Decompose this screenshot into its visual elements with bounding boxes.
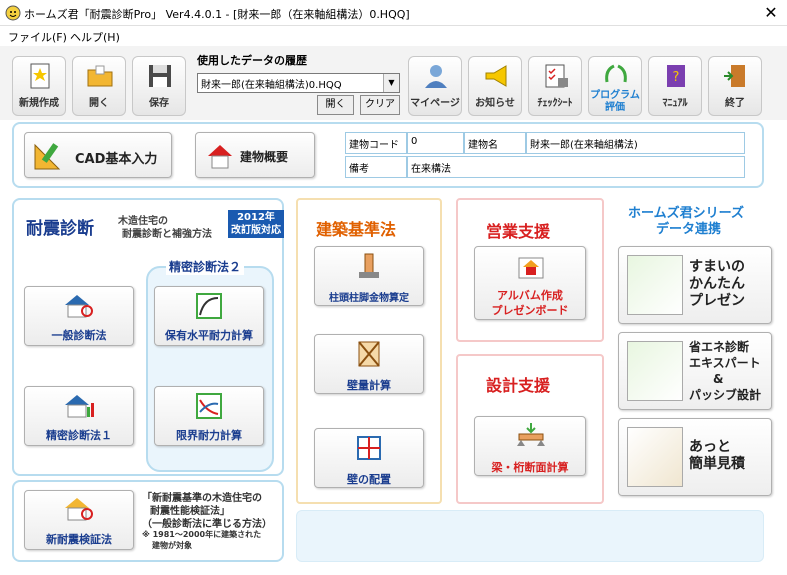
- checklist-icon: [545, 64, 568, 88]
- history-label: 使用したデータの履歴: [197, 54, 307, 67]
- column-icon: [359, 253, 379, 278]
- history-clear-button[interactable]: クリア: [360, 95, 400, 115]
- book-icon: ?: [667, 65, 685, 87]
- new-seismic-line4: ※ 1981～2000年に建築された: [142, 530, 262, 539]
- building-name-field[interactable]: 財来一郎(在来軸組構法): [526, 132, 745, 154]
- folder-icon: [87, 65, 113, 87]
- note-field[interactable]: 在来構法: [407, 156, 745, 178]
- manual-button[interactable]: ? ﾏﾆｭｱﾙ: [648, 56, 702, 116]
- house-check-icon: [65, 498, 93, 521]
- open-button[interactable]: 開く: [72, 56, 126, 116]
- photo-house-icon: [518, 257, 544, 279]
- precision1-button[interactable]: 精密診断法１: [24, 386, 134, 446]
- revision-badge: 2012年 改訂版対応: [228, 210, 284, 238]
- column-hardware-button[interactable]: 柱頭柱脚金物算定: [314, 246, 424, 306]
- history-value: 財来一郎(在来軸組構法)0.HQQ: [201, 80, 342, 91]
- series-title-2: データ連携: [656, 222, 722, 237]
- limit-strength-button[interactable]: 限界耐力計算: [154, 386, 264, 446]
- house-chart-icon: [65, 395, 94, 418]
- app-icon: [5, 5, 21, 21]
- graph-icon: [196, 393, 222, 419]
- program-eval-button[interactable]: プログラム 評価: [588, 56, 642, 116]
- mypage-button[interactable]: マイページ: [408, 56, 462, 116]
- menu-help[interactable]: ヘルプ(H): [70, 29, 120, 45]
- album-button[interactable]: アルバム作成 プレゼンボード: [474, 246, 586, 320]
- house-search-icon: [65, 295, 93, 318]
- sumai-presen-button[interactable]: すまいの かんたん プレゼン: [618, 246, 772, 324]
- history-select[interactable]: 財来一郎(在来軸組構法)0.HQQ ▼: [197, 73, 400, 93]
- house-icon: [208, 145, 232, 169]
- floppy-disk-icon: [149, 65, 171, 87]
- toolbar: 新規作成 開く 保存 使用したデータの履歴 財来一郎(在来軸組構法)0.HQQ …: [0, 46, 787, 120]
- building-name-label: 建物名: [464, 132, 526, 154]
- seismic-title: 耐震診断: [26, 219, 94, 239]
- new-seismic-button[interactable]: 新耐震検証法: [24, 490, 134, 550]
- wall-layout-button[interactable]: 壁の配置: [314, 428, 424, 488]
- close-icon[interactable]: ✕: [758, 2, 784, 24]
- precision2-title: 精密診断法２: [166, 258, 245, 275]
- history-open-button[interactable]: 開く: [317, 95, 354, 115]
- sales-title: 営業支援: [486, 222, 551, 241]
- building-overview-button[interactable]: 建物概要: [195, 132, 315, 178]
- curve-chart-icon: [196, 293, 222, 319]
- menu-bar: ファイル(F) ヘルプ(H): [0, 26, 787, 46]
- cad-input-button[interactable]: CAD基本入力: [24, 132, 172, 178]
- message-area: [296, 510, 764, 562]
- beam-icon: [517, 423, 545, 446]
- new-seismic-line5: 建物が対象: [152, 541, 192, 550]
- easy-estimate-button[interactable]: あっと 簡単見積: [618, 418, 772, 496]
- design-title: 設計支援: [486, 376, 551, 395]
- window-title: ホームズ君「耐震診断Pro」 Ver4.4.0.1 - [財来一郎（在来軸組構法…: [24, 8, 410, 21]
- note-label: 備考: [345, 156, 407, 178]
- ruler-pencil-icon: [34, 143, 61, 170]
- beam-section-button[interactable]: 梁・桁断面計算: [474, 416, 586, 476]
- title-bar: ホームズ君「耐震診断Pro」 Ver4.4.0.1 - [財来一郎（在来軸組構法…: [0, 0, 787, 26]
- checksheet-button[interactable]: ﾁｪｯｸｼｰﾄ: [528, 56, 582, 116]
- chevron-down-icon[interactable]: ▼: [383, 74, 399, 92]
- user-icon: [425, 65, 447, 88]
- general-diagnosis-button[interactable]: 一般診断法: [24, 286, 134, 346]
- new-seismic-line3: （一般診断法に準じる方法）: [142, 519, 272, 530]
- energy-expert-button[interactable]: 省エネ診断 エキスパート & パッシブ設計: [618, 332, 772, 410]
- brace-wall-icon: [358, 341, 380, 367]
- product-box-icon: [627, 427, 683, 487]
- building-code-label: 建物コード: [345, 132, 407, 154]
- product-box-icon: [627, 255, 683, 315]
- exit-button[interactable]: 終了: [708, 56, 762, 116]
- product-box-icon: [627, 341, 683, 401]
- seismic-desc-2: 耐震診断と補強方法: [122, 229, 212, 240]
- megaphone-icon: [485, 65, 507, 87]
- new-button[interactable]: 新規作成: [12, 56, 66, 116]
- menu-file[interactable]: ファイル(F): [8, 29, 67, 45]
- wall-quantity-button[interactable]: 壁量計算: [314, 334, 424, 394]
- building-code-field[interactable]: 0: [407, 132, 464, 154]
- svg-text:?: ?: [673, 70, 680, 85]
- save-button[interactable]: 保存: [132, 56, 186, 116]
- new-document-icon: [30, 63, 50, 89]
- floor-plan-icon: [357, 436, 381, 460]
- notice-button[interactable]: お知らせ: [468, 56, 522, 116]
- exit-door-icon: [724, 65, 745, 87]
- horizontal-capacity-button[interactable]: 保有水平耐力計算: [154, 286, 264, 346]
- building-code-title: 建築基準法: [316, 220, 397, 239]
